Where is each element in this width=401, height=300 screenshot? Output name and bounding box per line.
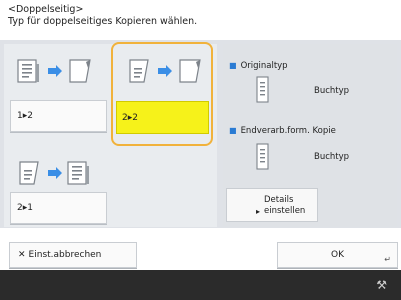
mode-1to2-icon	[14, 56, 94, 86]
screen-title: <Doppelseitig>	[8, 4, 84, 15]
ok-button[interactable]: OK ↵	[277, 242, 398, 268]
finished-copy-value: Buchtyp	[314, 152, 350, 162]
book-type-icon	[256, 76, 269, 103]
mode-2to1-icon	[14, 158, 94, 188]
chevron-right-icon: ▸	[256, 207, 261, 216]
x-icon: ✕	[18, 250, 26, 260]
cancel-settings-button[interactable]: ✕ Einst.abbrechen	[9, 242, 137, 268]
details-line1: Details	[264, 195, 294, 205]
mode-1to2-button[interactable]: 1▸2	[10, 100, 107, 132]
footer-bar: ⚒	[0, 270, 401, 300]
mode-2to1-label: 2▸1	[17, 203, 33, 213]
mode-2to2-icon	[124, 56, 204, 86]
original-type-value: Buchtyp	[314, 86, 350, 96]
finished-copy-heading: ■ Endverarb.form. Kopie	[229, 126, 336, 136]
details-button-label: Details einstellen	[264, 195, 305, 217]
two-to-two-sided-icon	[129, 59, 201, 83]
two-to-one-sided-icon	[19, 161, 89, 185]
bullet-icon: ■	[229, 126, 237, 135]
details-settings-button[interactable]: ▸ Details einstellen	[226, 188, 318, 222]
mode-2to2-button[interactable]: 2▸2	[116, 101, 209, 134]
book-type-icon	[256, 143, 269, 170]
screen-header: <Doppelseitig> Typ für doppelseitiges Ko…	[8, 4, 197, 28]
ok-label: OK	[331, 250, 344, 260]
bullet-icon: ■	[229, 61, 237, 70]
one-to-two-sided-icon	[17, 59, 91, 83]
details-line2: einstellen	[264, 206, 306, 216]
screen-instruction: Typ für doppelseitiges Kopieren wählen.	[8, 16, 198, 27]
finished-copy-title: Endverarb.form. Kopie	[240, 126, 336, 136]
cancel-label: Einst.abbrechen	[28, 250, 102, 260]
mode-2to1-button[interactable]: 2▸1	[10, 192, 107, 224]
mode-1to2-label: 1▸2	[17, 111, 33, 121]
tool-icon[interactable]: ⚒	[376, 278, 387, 292]
original-type-heading: ■ Originaltyp	[229, 61, 288, 71]
mode-2to2-label: 2▸2	[122, 112, 138, 123]
return-arrow-icon: ↵	[384, 255, 391, 264]
original-type-title: Originaltyp	[240, 61, 288, 71]
